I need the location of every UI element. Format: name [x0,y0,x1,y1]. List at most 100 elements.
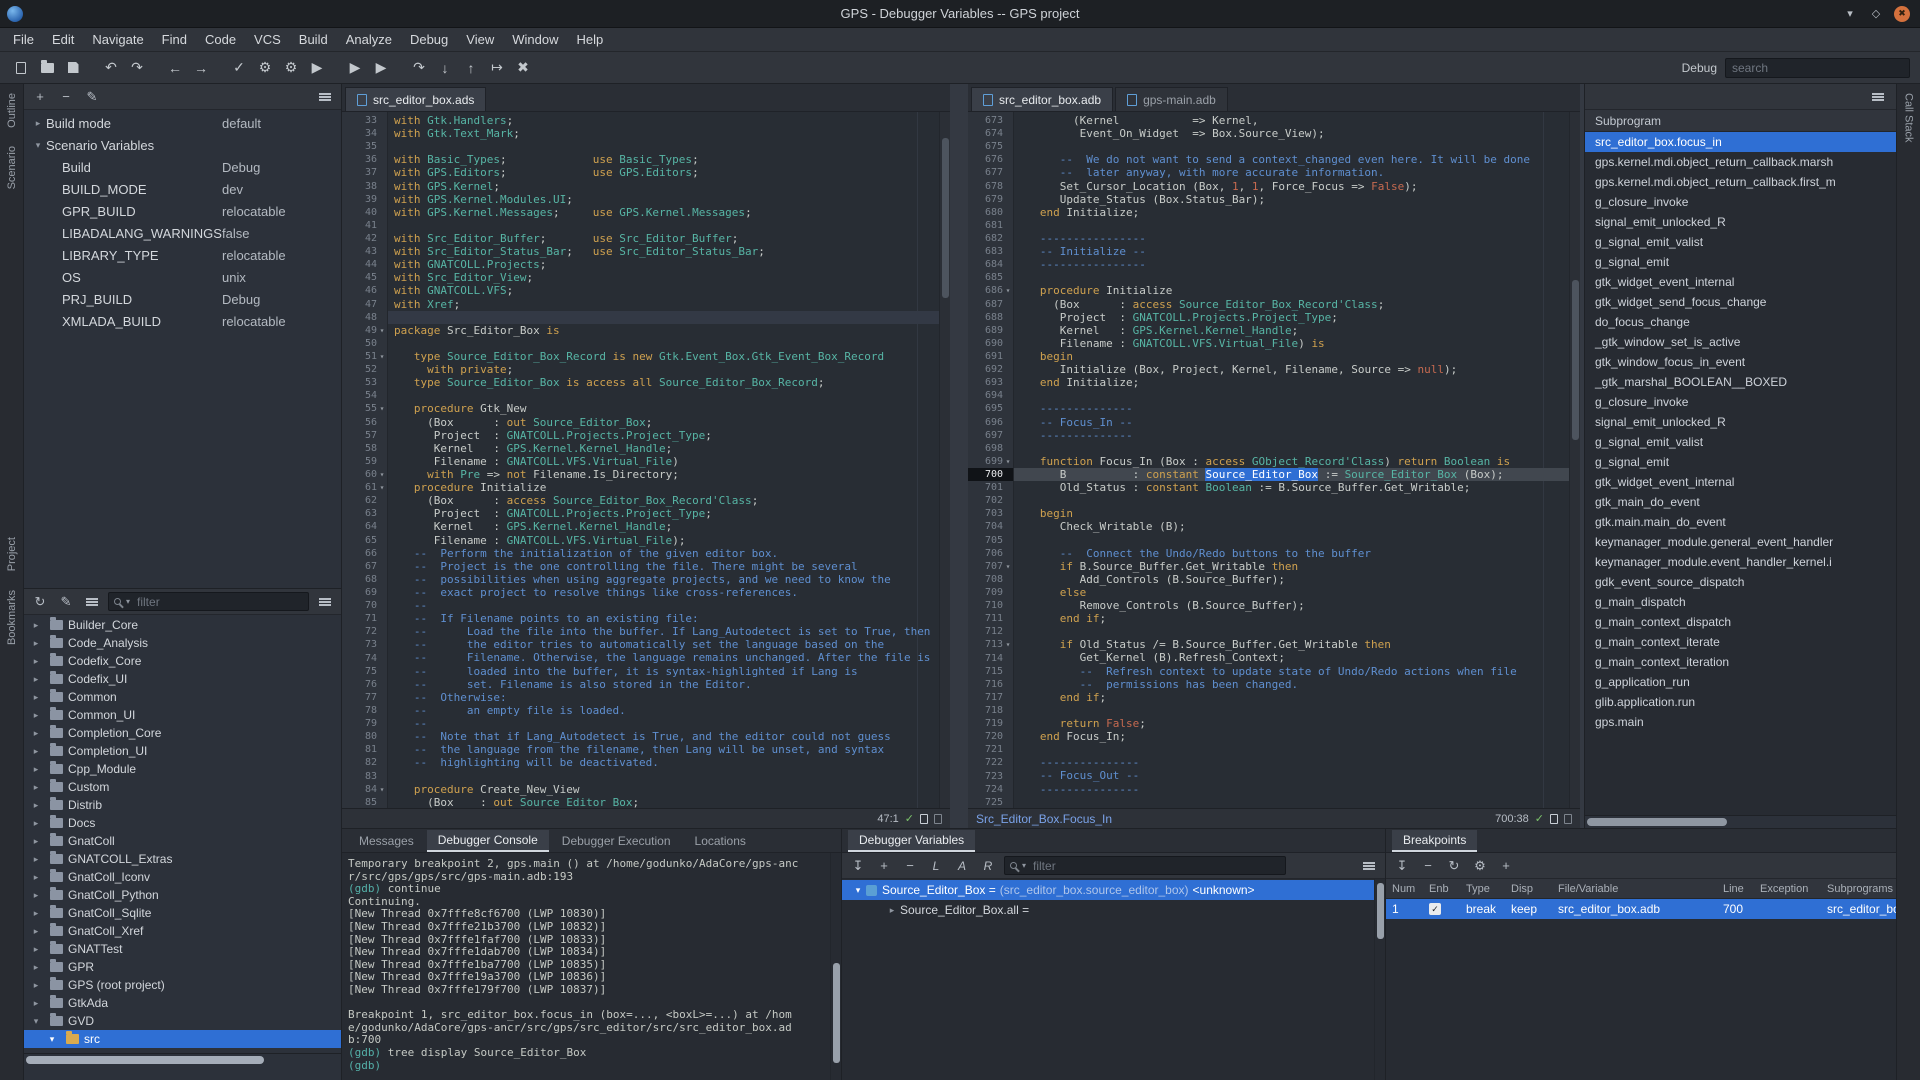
expander-icon[interactable]: ▸ [28,836,44,847]
callstack-frame[interactable]: g_closure_invoke [1585,192,1896,212]
code-line[interactable]: with Gtk.Text_Mark; [388,127,939,140]
sidebar-tab-call-stack[interactable]: Call Stack [1903,84,1915,152]
scrollbar-thumb[interactable] [833,963,840,1063]
code-line[interactable]: B : constant Source_Editor_Box := Source… [1014,467,1569,482]
code-line[interactable]: -- If Filename points to an existing fil… [388,612,939,625]
callstack-frame[interactable]: keymanager_module.event_handler_kernel.i [1585,552,1896,572]
editor-tab-src_editor_box.ads[interactable]: src_editor_box.ads [345,87,487,111]
redo-button[interactable]: ↷ [126,57,148,79]
expander-icon[interactable]: ▸ [28,872,44,883]
debug-continue-button[interactable]: ▶ [370,57,392,79]
callstack-frame[interactable]: _gtk_marshal_BOOLEAN__BOXED [1585,372,1896,392]
callstack-frame[interactable]: gps.kernel.mdi.object_return_callback.fi… [1585,172,1896,192]
code-line[interactable]: -- permissions has been changed. [1014,678,1569,691]
code-line[interactable]: end Initialize; [1014,206,1569,219]
file-icon[interactable] [920,813,928,824]
callstack-frame[interactable]: signal_emit_unlocked_R [1585,212,1896,232]
file-icon[interactable] [1550,813,1558,824]
scrollbar-thumb[interactable] [942,138,949,298]
code-line[interactable]: -- Focus_Out -- [1014,769,1569,782]
column-header-enb[interactable]: Enb [1429,883,1466,895]
code-line[interactable] [1014,389,1569,402]
fold-icon[interactable]: ▾ [1003,562,1013,571]
code-line[interactable]: end if; [1014,691,1569,704]
code-line[interactable] [388,140,939,153]
variables-filter-box[interactable]: ▾ [1004,856,1286,875]
scenario-row[interactable]: Build Debug [24,156,341,178]
breakpoint-row[interactable]: 1 ✓ break keep src_editor_box.adb 700 src_edit… [1386,899,1896,919]
code-line[interactable]: procedure Initialize [388,481,939,494]
code-line[interactable]: -- Connect the Undo/Redo buttons to the … [1014,547,1569,560]
expander-icon[interactable]: ▸ [28,764,44,775]
code-line[interactable]: -- Refresh context to update state of Un… [1014,665,1569,678]
column-header-num[interactable]: Num [1392,883,1429,895]
scenario-value[interactable]: default [222,116,261,131]
project-item[interactable]: ▸ GnatColl_Python [24,886,341,904]
add-breakpoint-button[interactable]: + [1496,856,1516,876]
code-line[interactable] [388,310,939,324]
show-locals-button[interactable]: L [926,856,946,876]
code-line[interactable]: Filename : GNATCOLL.VFS.Virtual_File) [388,455,939,468]
callstack-frame[interactable]: g_main_context_iteration [1585,652,1896,672]
project-item[interactable]: ▸ GNATTest [24,940,341,958]
forward-button[interactable]: → [190,57,212,79]
code-line[interactable]: Project : GNATCOLL.Projects.Project_Type… [1014,311,1569,324]
code-line[interactable] [1014,534,1569,547]
code-line[interactable]: Kernel : GPS.Kernel.Kernel_Handle; [1014,324,1569,337]
step-out-button[interactable]: ↑ [460,57,482,79]
code-line[interactable]: Filename : GNATCOLL.VFS.Virtual_File); [388,534,939,547]
sidebar-tab-scenario[interactable]: Scenario [6,137,18,198]
code-line[interactable]: (Box : out Source_Editor_Box; [388,416,939,429]
code-line[interactable]: with Xref; [388,298,939,311]
callstack-frame[interactable]: _gtk_window_set_is_active [1585,332,1896,352]
maximize-button[interactable]: ◇ [1868,6,1884,22]
project-item[interactable]: ▸ Cpp_Module [24,760,341,778]
callstack-frame[interactable]: gtk_window_focus_in_event [1585,352,1896,372]
callstack-frame[interactable]: glib.application.run [1585,692,1896,712]
code-line[interactable] [1014,704,1569,717]
column-header-type[interactable]: Type [1466,883,1511,895]
code-line[interactable]: with Src_Editor_Status_Bar; use Src_Edit… [388,245,939,258]
callstack-frame[interactable]: g_main_context_dispatch [1585,612,1896,632]
scenario-row[interactable]: LIBRARY_TYPE relocatable [24,244,341,266]
scrollbar-thumb[interactable] [26,1056,264,1064]
editor-left-body[interactable]: 33 34 35 36 37 38 39 40 41 42 43 44 45 46 47 48 49 ▾ 50 51 ▾… [342,112,950,808]
variables-menu-button[interactable] [1359,856,1379,876]
menu-vcs[interactable]: VCS [245,29,290,50]
code-line[interactable]: -- the language from the filename, then … [388,743,939,756]
add-variable-button[interactable]: + [30,87,50,107]
code-line[interactable]: Project : GNATCOLL.Projects.Project_Type… [388,507,939,520]
save-button[interactable] [62,57,84,79]
project-item[interactable]: ▸ Code_Analysis [24,634,341,652]
code-line[interactable]: with Pre => not Filename.Is_Directory; [388,468,939,481]
code-line[interactable]: -- Initialize -- [1014,245,1569,258]
code-line[interactable]: with private; [388,363,939,376]
code-line[interactable]: begin [1014,507,1569,520]
menu-code[interactable]: Code [196,29,245,50]
breakpoint-settings-button[interactable]: ⚙ [1470,856,1490,876]
expander-icon[interactable]: ▸ [28,962,44,973]
project-item[interactable]: ▸ Distrib [24,796,341,814]
code-line[interactable] [1014,140,1569,153]
project-item[interactable]: ▸ Custom [24,778,341,796]
code-line[interactable]: ---------------- [1014,258,1569,271]
code-line[interactable]: -------------- [1014,402,1569,415]
code-line[interactable]: -- loaded into the buffer, it is syntax-… [388,665,939,678]
code-line[interactable]: -- possibilities when using aggregate pr… [388,573,939,586]
menu-find[interactable]: Find [153,29,196,50]
code-line[interactable] [1014,271,1569,284]
build-main-button[interactable]: ⚙ [254,57,276,79]
project-item[interactable]: ▸ GPS (root project) [24,976,341,994]
code-line[interactable]: -- the editor tries to automatically set… [388,638,939,651]
expander-icon[interactable]: ▸ [28,800,44,811]
code-line[interactable]: Kernel : GPS.Kernel.Kernel_Handle; [388,442,939,455]
fold-icon[interactable]: ▾ [377,326,387,335]
code-line[interactable]: with GPS.Editors; use GPS.Editors; [388,166,939,179]
project-hscrollbar[interactable] [24,1053,341,1066]
code-line[interactable]: with Src_Editor_Buffer; use Src_Editor_B… [388,232,939,245]
code-line[interactable]: -- Perform the initialization of the giv… [388,547,939,560]
expander-icon[interactable]: ▸ [28,638,44,649]
edit-variable-button[interactable]: ✎ [82,87,102,107]
code-line[interactable]: if B.Source_Buffer.Get_Writable then [1014,560,1569,573]
code-line[interactable]: with GPS.Kernel.Messages; use GPS.Kernel… [388,206,939,219]
